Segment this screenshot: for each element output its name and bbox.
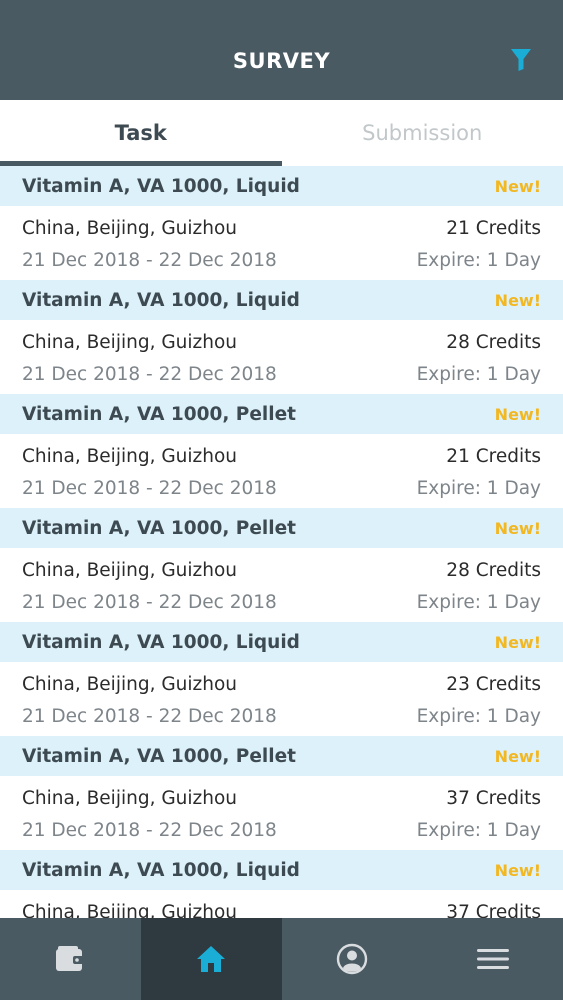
item-title: Vitamin A, VA 1000, Liquid	[22, 289, 300, 311]
new-badge: New!	[494, 632, 541, 652]
tab-task[interactable]: Task	[0, 100, 282, 166]
new-badge: New!	[494, 746, 541, 766]
item-credits: 21 Credits	[446, 218, 541, 239]
nav-wallet[interactable]	[0, 918, 141, 1000]
list-item[interactable]: Vitamin A, VA 1000, Liquid New! China, Bei…	[0, 850, 563, 918]
item-header: Vitamin A, VA 1000, Liquid New!	[0, 850, 563, 890]
page-title: SURVEY	[232, 49, 331, 73]
item-location: China, Beijing, Guizhou	[22, 446, 238, 467]
item-body: China, Beijing, Guizhou 28 Credits 21 Dec …	[0, 320, 563, 394]
filter-button[interactable]	[509, 46, 533, 74]
item-dates: 21 Dec 2018 - 22 Dec 2018	[22, 820, 277, 841]
item-row-primary: China, Beijing, Guizhou 21 Credits	[22, 206, 541, 245]
item-location: China, Beijing, Guizhou	[22, 332, 238, 353]
item-location: China, Beijing, Guizhou	[22, 218, 238, 239]
item-credits: 28 Credits	[446, 560, 541, 581]
bottom-nav	[0, 918, 563, 1000]
item-header: Vitamin A, VA 1000, Pellet New!	[0, 736, 563, 776]
item-header: Vitamin A, VA 1000, Liquid New!	[0, 280, 563, 320]
item-row-secondary: 21 Dec 2018 - 22 Dec 2018 Expire: 1 Day	[22, 245, 541, 276]
list-item[interactable]: Vitamin A, VA 1000, Liquid New! China, Bei…	[0, 166, 563, 280]
list-item[interactable]: Vitamin A, VA 1000, Pellet New! China, Bei…	[0, 736, 563, 850]
tab-task-label: Task	[114, 121, 167, 145]
tab-submission-label: Submission	[362, 121, 483, 145]
item-location: China, Beijing, Guizhou	[22, 788, 238, 809]
item-expire: Expire: 1 Day	[416, 478, 541, 499]
tab-bar: Task Submission	[0, 100, 563, 166]
item-title: Vitamin A, VA 1000, Pellet	[22, 403, 296, 425]
new-badge: New!	[494, 176, 541, 196]
item-dates: 21 Dec 2018 - 22 Dec 2018	[22, 364, 277, 385]
item-body: China, Beijing, Guizhou 37 Credits 21 Dec …	[0, 776, 563, 850]
nav-menu[interactable]	[422, 918, 563, 1000]
item-body: China, Beijing, Guizhou 21 Credits 21 Dec …	[0, 434, 563, 508]
wallet-icon	[56, 946, 85, 971]
nav-home[interactable]	[140, 918, 282, 1000]
item-dates: 21 Dec 2018 - 22 Dec 2018	[22, 478, 277, 499]
item-credits: 37 Credits	[446, 902, 541, 918]
item-header: Vitamin A, VA 1000, Pellet New!	[0, 394, 563, 434]
item-title: Vitamin A, VA 1000, Liquid	[22, 859, 300, 881]
item-expire: Expire: 1 Day	[416, 250, 541, 271]
item-title: Vitamin A, VA 1000, Liquid	[22, 631, 300, 653]
item-body: China, Beijing, Guizhou 28 Credits 21 Dec …	[0, 548, 563, 622]
filter-icon	[511, 49, 531, 71]
item-dates: 21 Dec 2018 - 22 Dec 2018	[22, 706, 277, 727]
item-header: Vitamin A, VA 1000, Pellet New!	[0, 508, 563, 548]
item-row-secondary: 21 Dec 2018 - 22 Dec 2018 Expire: 1 Day	[22, 587, 541, 618]
app-header: SURVEY	[0, 0, 563, 100]
item-credits: 21 Credits	[446, 446, 541, 467]
item-row-primary: China, Beijing, Guizhou 37 Credits	[22, 890, 541, 918]
list-item[interactable]: Vitamin A, VA 1000, Pellet New! China, Bei…	[0, 508, 563, 622]
item-body: China, Beijing, Guizhou 21 Credits 21 Dec …	[0, 206, 563, 280]
list-item[interactable]: Vitamin A, VA 1000, Liquid New! China, Bei…	[0, 280, 563, 394]
new-badge: New!	[494, 860, 541, 880]
profile-icon	[336, 943, 368, 975]
nav-profile[interactable]	[282, 918, 423, 1000]
item-expire: Expire: 1 Day	[416, 592, 541, 613]
item-dates: 21 Dec 2018 - 22 Dec 2018	[22, 592, 277, 613]
item-expire: Expire: 1 Day	[416, 364, 541, 385]
new-badge: New!	[494, 404, 541, 424]
item-credits: 23 Credits	[446, 674, 541, 695]
item-credits: 37 Credits	[446, 788, 541, 809]
item-title: Vitamin A, VA 1000, Pellet	[22, 517, 296, 539]
list-item[interactable]: Vitamin A, VA 1000, Liquid New! China, Bei…	[0, 622, 563, 736]
item-header: Vitamin A, VA 1000, Liquid New!	[0, 166, 563, 206]
list-item[interactable]: Vitamin A, VA 1000, Pellet New! China, Bei…	[0, 394, 563, 508]
item-row-primary: China, Beijing, Guizhou 23 Credits	[22, 662, 541, 701]
item-row-secondary: 21 Dec 2018 - 22 Dec 2018 Expire: 1 Day	[22, 473, 541, 504]
item-dates: 21 Dec 2018 - 22 Dec 2018	[22, 250, 277, 271]
item-title: Vitamin A, VA 1000, Liquid	[22, 175, 300, 197]
item-row-secondary: 21 Dec 2018 - 22 Dec 2018 Expire: 1 Day	[22, 815, 541, 846]
new-badge: New!	[494, 290, 541, 310]
item-row-secondary: 21 Dec 2018 - 22 Dec 2018 Expire: 1 Day	[22, 701, 541, 732]
new-badge: New!	[494, 518, 541, 538]
item-body: China, Beijing, Guizhou 23 Credits 21 Dec …	[0, 662, 563, 736]
item-header: Vitamin A, VA 1000, Liquid New!	[0, 622, 563, 662]
item-expire: Expire: 1 Day	[416, 820, 541, 841]
task-list[interactable]: Vitamin A, VA 1000, Liquid New! China, Bei…	[0, 166, 563, 918]
item-row-primary: China, Beijing, Guizhou 21 Credits	[22, 434, 541, 473]
item-row-primary: China, Beijing, Guizhou 28 Credits	[22, 548, 541, 587]
item-location: China, Beijing, Guizhou	[22, 902, 238, 918]
item-row-primary: China, Beijing, Guizhou 37 Credits	[22, 776, 541, 815]
menu-icon	[476, 949, 509, 969]
item-location: China, Beijing, Guizhou	[22, 560, 238, 581]
item-row-primary: China, Beijing, Guizhou 28 Credits	[22, 320, 541, 359]
item-body: China, Beijing, Guizhou 37 Credits	[0, 890, 563, 918]
item-location: China, Beijing, Guizhou	[22, 674, 238, 695]
item-expire: Expire: 1 Day	[416, 706, 541, 727]
item-credits: 28 Credits	[446, 332, 541, 353]
home-icon	[197, 946, 226, 972]
survey-screen: SURVEY Task Submission Vitamin A, VA 100…	[0, 0, 563, 1000]
tab-submission[interactable]: Submission	[282, 100, 563, 166]
item-row-secondary: 21 Dec 2018 - 22 Dec 2018 Expire: 1 Day	[22, 359, 541, 390]
item-title: Vitamin A, VA 1000, Pellet	[22, 745, 296, 767]
